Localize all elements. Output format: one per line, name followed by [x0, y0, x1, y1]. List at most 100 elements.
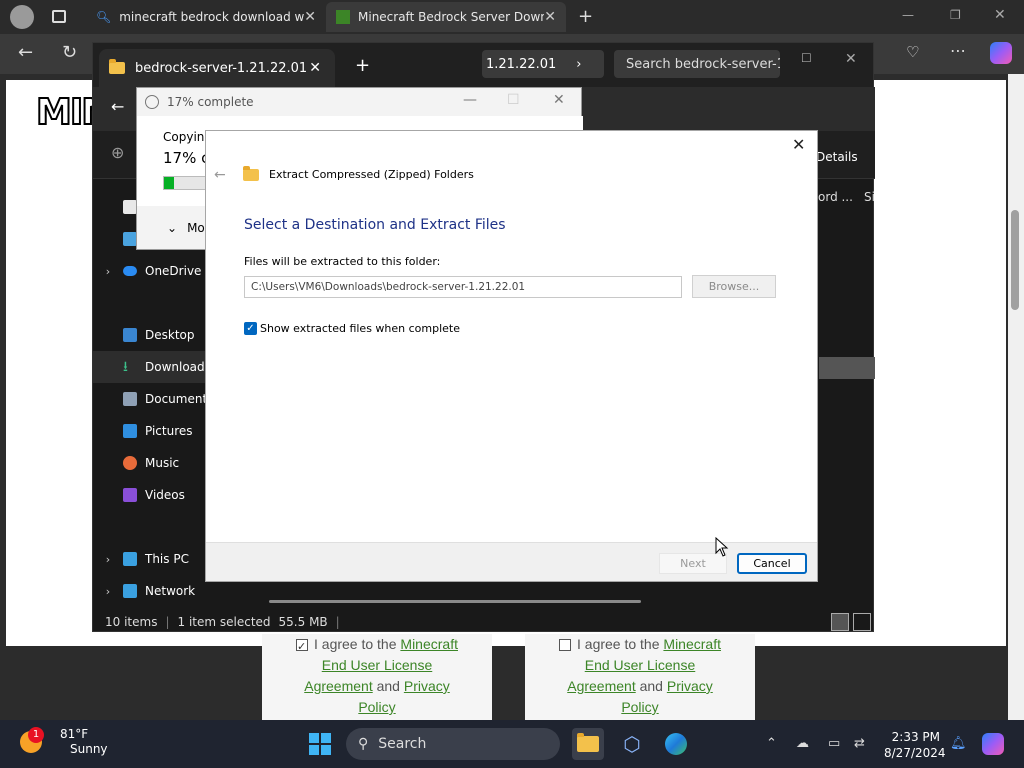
eula-link[interactable]: End User License — [322, 657, 433, 673]
search-icon: 🔍︎ — [96, 10, 112, 24]
policy-link[interactable]: Policy — [358, 699, 395, 715]
close-icon[interactable]: ✕ — [553, 92, 565, 108]
back-icon[interactable]: ← — [18, 42, 33, 63]
mouse-cursor-icon — [715, 537, 729, 557]
minimize-icon[interactable]: — — [902, 8, 914, 22]
privacy-link[interactable]: Privacy — [667, 678, 713, 694]
clock[interactable]: 2:33 PM 8/27/2024 — [884, 729, 946, 761]
health-icon[interactable]: ♡ — [906, 43, 919, 61]
chevron-right-icon[interactable]: › — [93, 553, 123, 566]
chevron-down-icon: ⌄ — [167, 221, 178, 235]
copilot-icon[interactable] — [990, 42, 1012, 64]
tab-title: minecraft bedrock download wind — [119, 10, 305, 24]
maximize-icon: ☐ — [507, 92, 520, 108]
clock-icon — [145, 95, 159, 109]
weather-temp: 81°F — [60, 727, 89, 741]
show-files-option[interactable]: ✓ Show extracted files when complete — [244, 322, 460, 335]
chevron-right-icon[interactable]: › — [93, 265, 123, 278]
close-window-icon[interactable]: ✕ — [845, 51, 857, 67]
document-icon — [123, 392, 137, 406]
checkbox-checked-icon[interactable]: ✓ — [244, 322, 257, 335]
agree-checkbox-right[interactable] — [559, 639, 571, 652]
explorer-statusbar: 10 items | 1 item selected 55.5 MB | — [105, 615, 340, 629]
new-tab-icon[interactable]: + — [355, 55, 370, 76]
profile-icon[interactable] — [10, 5, 34, 29]
close-icon[interactable]: ✕ — [309, 60, 321, 76]
clock-time: 2:33 PM — [891, 730, 940, 744]
tiles-view-icon[interactable] — [853, 613, 871, 631]
page-scrollbar[interactable] — [1008, 74, 1024, 720]
more-icon[interactable]: ⋯ — [950, 41, 966, 60]
virtualbox-taskbar-icon[interactable]: ⬡ — [616, 728, 648, 760]
onedrive-offline-icon[interactable]: ☁ — [796, 736, 809, 751]
browse-button[interactable]: Browse... — [692, 275, 776, 298]
browser-tab-minecraft[interactable]: Minecraft Bedrock Server Downlo ✕ — [326, 2, 566, 32]
agreement-link[interactable]: Agreement — [304, 678, 372, 694]
browser-tab-search[interactable]: 🔍︎ minecraft bedrock download wind ✕ — [86, 2, 326, 32]
cancel-button[interactable]: Cancel — [737, 553, 807, 574]
minecraft-icon — [336, 10, 350, 24]
page-scrollbar-thumb[interactable] — [1011, 210, 1019, 310]
minimize-icon[interactable]: — — [463, 92, 477, 108]
details-view-icon[interactable] — [831, 613, 849, 631]
bell-icon[interactable]: 🔔︎ — [950, 736, 967, 751]
agree-checkbox-left[interactable] — [296, 637, 308, 658]
browser-tabbar: 🔍︎ minecraft bedrock download wind ✕ Min… — [0, 0, 1024, 34]
details-button[interactable]: Details — [816, 150, 858, 164]
minecraft-link[interactable]: Minecraft — [400, 636, 458, 652]
selected-file-row[interactable] — [819, 357, 875, 379]
account-menu[interactable]: ACCOUNT ⌄ — [886, 103, 972, 118]
chevron-up-icon[interactable]: ⌃ — [766, 736, 777, 751]
horizontal-scrollbar[interactable] — [269, 600, 641, 603]
network-status-icon[interactable]: ⇄ — [854, 736, 865, 751]
close-icon[interactable]: ✕ — [544, 9, 556, 25]
search-input[interactable]: Search bedrock-server-1. — [614, 50, 780, 78]
privacy-link[interactable]: Privacy — [404, 678, 450, 694]
address-bar[interactable]: 1.21.22.01 › — [482, 50, 604, 78]
explorer-tab[interactable]: bedrock-server-1.21.22.01 ✕ — [99, 49, 335, 87]
folder-icon — [109, 59, 125, 74]
wizard-title: Extract Compressed (Zipped) Folders — [243, 165, 474, 181]
network-icon — [123, 584, 137, 598]
column-header-size[interactable]: Si — [864, 190, 875, 204]
start-icon[interactable] — [309, 733, 331, 755]
back-icon[interactable]: ← — [111, 97, 124, 116]
tab-title: Minecraft Bedrock Server Downlo — [358, 10, 545, 24]
explorer-tab-title: bedrock-server-1.21.22.01 — [135, 60, 308, 76]
download-icon: ⭳ — [123, 359, 128, 375]
home-icon — [123, 200, 137, 214]
close-icon[interactable]: ✕ — [304, 9, 316, 25]
destination-path-input[interactable]: C:\Users\VM6\Downloads\bedrock-server-1.… — [244, 276, 682, 298]
restore-icon[interactable]: ❐ — [950, 8, 961, 22]
clock-date: 8/27/2024 — [884, 746, 946, 760]
refresh-icon[interactable]: ↻ — [62, 42, 77, 63]
agree-card-left: I agree to the Minecraft End User Licens… — [262, 634, 492, 720]
agreement-link[interactable]: Agreement — [567, 678, 635, 694]
column-header-date[interactable]: ord ... — [818, 190, 853, 204]
new-icon[interactable]: ⊕ — [111, 143, 124, 162]
file-explorer-taskbar-icon[interactable] — [572, 728, 604, 760]
edge-taskbar-icon[interactable] — [660, 728, 692, 760]
copy-dialog-title: 17% complete — [167, 95, 254, 109]
selection-size: 55.5 MB — [278, 615, 328, 629]
copilot-taskbar-icon[interactable] — [982, 733, 1004, 755]
taskbar-search[interactable]: ⚲ Search — [346, 728, 560, 760]
close-window-icon[interactable]: ✕ — [994, 7, 1006, 23]
new-tab-icon[interactable]: + — [578, 6, 593, 27]
tab-actions-icon[interactable] — [52, 10, 66, 23]
maximize-icon[interactable]: ☐ — [801, 51, 812, 65]
policy-link[interactable]: Policy — [621, 699, 658, 715]
show-files-label: Show extracted files when complete — [260, 322, 461, 335]
videos-icon — [123, 488, 137, 502]
close-icon[interactable]: ✕ — [792, 135, 805, 154]
chevron-right-icon[interactable]: › — [93, 585, 123, 598]
back-icon: ← — [214, 167, 226, 183]
desktop-icon — [123, 328, 137, 342]
more-details-toggle[interactable]: ⌄ Mo — [167, 221, 205, 235]
minecraft-link[interactable]: Minecraft — [663, 636, 721, 652]
eula-link[interactable]: End User License — [585, 657, 696, 673]
display-icon[interactable]: ▭ — [828, 736, 840, 751]
selection-count: 1 item selected — [177, 615, 271, 629]
item-count: 10 items — [105, 615, 158, 629]
extract-wizard-dialog: ✕ ← Extract Compressed (Zipped) Folders … — [205, 130, 818, 582]
